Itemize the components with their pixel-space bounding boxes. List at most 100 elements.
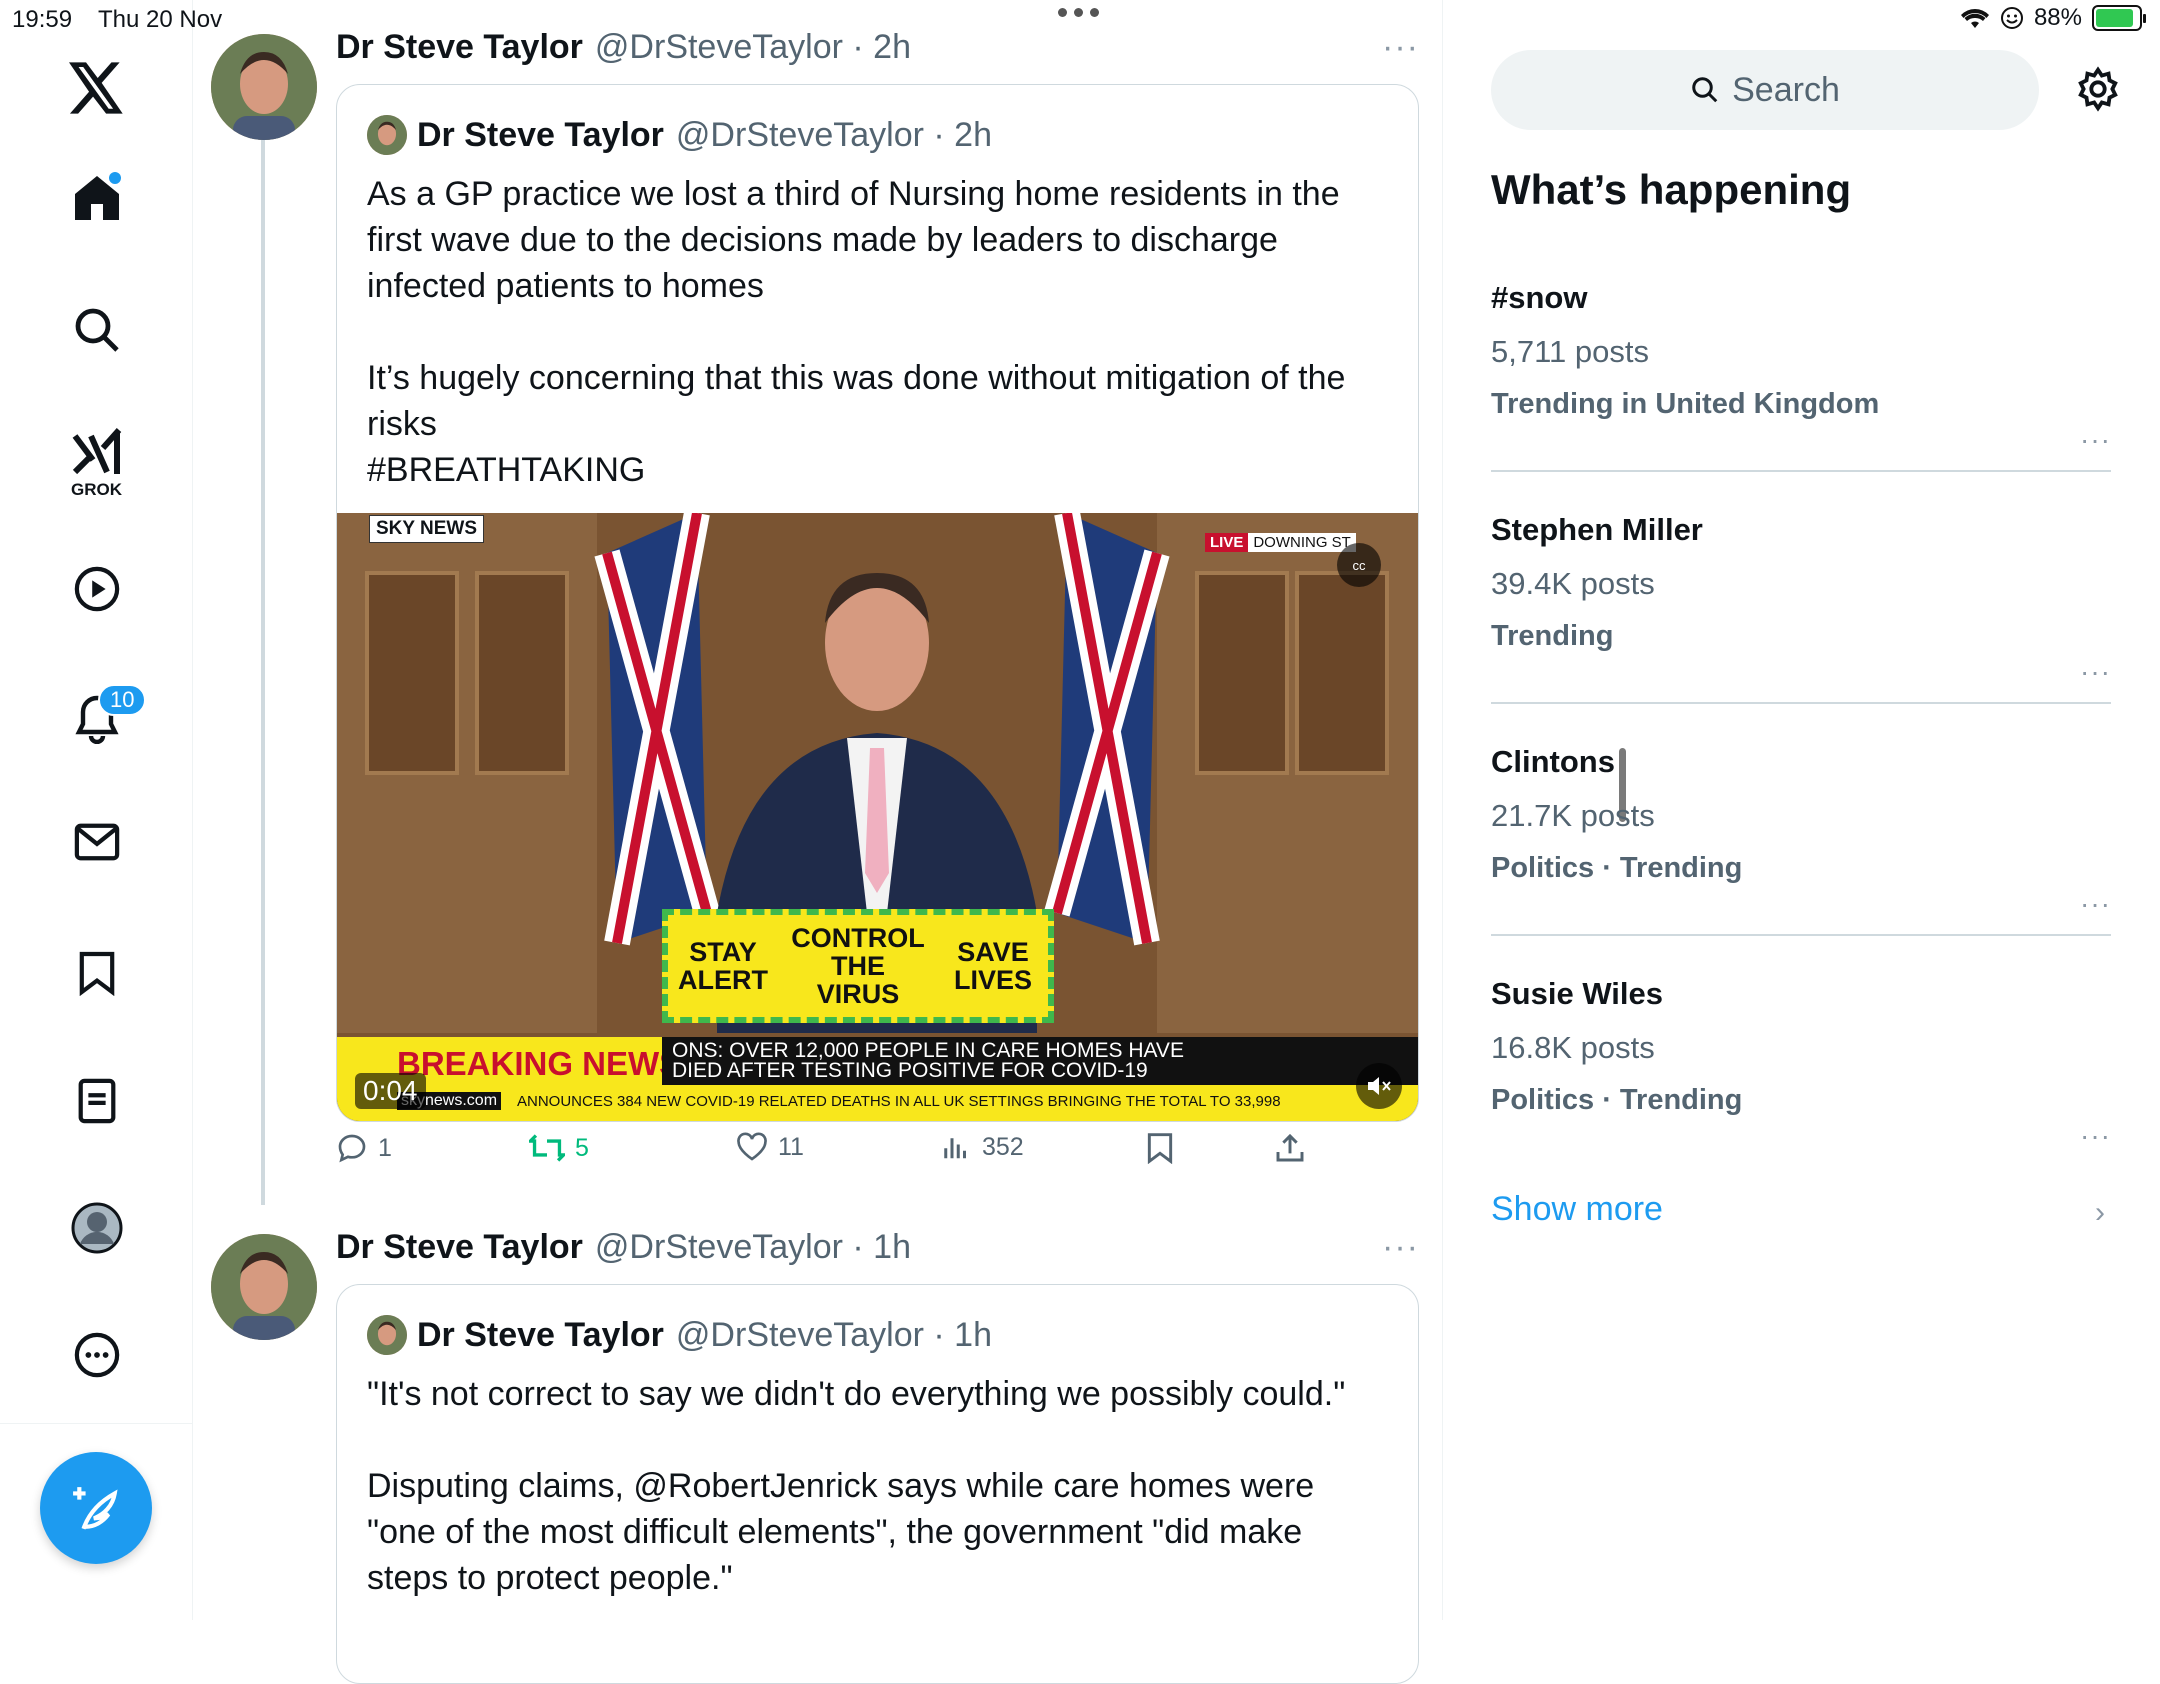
quote-author-handle: @DrSteveTaylor · 1h [675,1315,992,1354]
headline-line-1: ONS: OVER 12,000 PEOPLE IN CARE HOMES HA… [672,1039,1184,1062]
timeline: Dr Steve Taylor @DrSteveTaylor · 2h ··· … [193,0,1626,1684]
author-name[interactable]: Dr Steve Taylor [336,1228,583,1267]
video-icon[interactable] [0,566,193,612]
avatar[interactable] [211,1234,317,1340]
trend-divider [1491,470,2111,472]
quote-author-name: Dr Steve Taylor [417,1315,664,1354]
quote-avatar [367,115,407,155]
grok-label: GROK [71,480,122,499]
repost-button[interactable]: 5 [529,1132,589,1164]
share-icon [1276,1133,1304,1162]
more-icon[interactable] [0,1332,193,1378]
trend-context: Trending [1491,620,1614,652]
like-button[interactable]: 11 [736,1132,804,1162]
captions-icon[interactable]: cc [1337,543,1381,587]
podium-sign: STAY ALERT CONTROL THE VIRUS SAVE LIVES [662,909,1054,1023]
podium-text-2: CONTROL THE VIRUS [791,923,925,1009]
quote-text: "It's not correct to say we didn't do ev… [367,1375,1346,1597]
lists-icon[interactable] [0,1078,193,1124]
quoted-tweet[interactable]: Dr Steve Taylor @DrSteveTaylor · 1h "It'… [336,1284,1419,1684]
author-handle[interactable]: @DrSteveTaylor · 1h [595,1228,911,1267]
repost-icon [529,1134,565,1162]
trend-context: Politics · Trending [1491,1084,1743,1116]
trend-divider [1491,934,2111,936]
trend-post-count: 16.8K posts [1491,1030,1655,1065]
bookmark-button[interactable] [1146,1132,1174,1164]
channel-logo: SKY NEWS [369,515,485,543]
quote-author-handle: @DrSteveTaylor · 2h [675,115,992,154]
trend-item[interactable]: #snow 5,711 posts Trending in United Kin… [1491,280,2111,455]
trend-post-count: 39.4K posts [1491,566,1655,601]
notifications-badge: 10 [98,684,147,716]
bookmark-icon [1147,1133,1173,1164]
reply-count: 1 [378,1133,392,1162]
right-sidebar: Search What’s happening #snow 5,711 post… [1443,0,2160,1620]
trend-item[interactable]: Stephen Miller 39.4K posts Trending ··· [1491,512,2111,687]
podium-text-1: STAY ALERT [678,937,768,995]
trend-more-icon[interactable]: ··· [2080,1120,2111,1152]
quote-author-name: Dr Steve Taylor [417,115,664,154]
compose-button[interactable] [40,1452,152,1564]
trend-item[interactable]: Clintons 21.7K posts Politics · Trending… [1491,744,2111,919]
mail-icon[interactable] [0,822,193,862]
search-icon[interactable] [0,306,193,354]
trend-more-icon[interactable]: ··· [2080,656,2111,688]
show-more-link[interactable]: Show more [1491,1190,1663,1229]
wifi-icon [1960,9,1989,28]
bookmark-icon[interactable] [0,950,193,996]
video-player[interactable]: SKY NEWS LIVE DOWNING ST cc STAY ALERT C… [337,513,1418,1121]
status-date: Thu 20 Nov [98,6,223,33]
headline-line-2: DIED AFTER TESTING POSITIVE FOR COVID-19 [672,1059,1148,1082]
search-input[interactable]: Search [1491,50,2039,130]
share-button[interactable] [1274,1132,1306,1164]
trend-post-count: 21.7K posts [1491,798,1655,833]
battery-icon [2092,5,2146,31]
mute-button[interactable] [1356,1063,1402,1109]
reply-icon [338,1134,366,1163]
trend-title: Stephen Miller [1491,512,1703,547]
location-badge: DOWNING ST [1248,533,1356,552]
quote-text: As a GP practice we lost a third of Nurs… [367,175,1346,489]
chevron-right-icon: › [2095,1196,2105,1229]
reply-button[interactable]: 1 [336,1132,392,1164]
thread-connector [261,140,265,1205]
settings-gear-icon[interactable] [2075,66,2121,117]
trend-title: Clintons [1491,744,1615,779]
like-count: 11 [778,1132,804,1161]
views-icon [944,1138,966,1159]
trend-more-icon[interactable]: ··· [2080,424,2111,456]
avatar[interactable] [211,34,317,140]
heart-icon [737,1132,767,1161]
status-time: 19:59 [12,6,73,33]
trend-item[interactable]: Susie Wiles 16.8K posts Politics · Trend… [1491,976,2111,1151]
trend-divider [1491,702,2111,704]
trend-context: Trending in United Kingdom [1491,388,1880,420]
multitasking-dots-icon[interactable] [1058,8,1099,17]
home-icon[interactable] [0,172,193,224]
grok-icon [72,428,121,475]
podium-text-3: SAVE LIVES [953,937,1033,995]
trend-more-icon[interactable]: ··· [2080,888,2111,920]
compose-icon [73,1487,118,1530]
video-duration: 0:04 [355,1073,426,1109]
views-count: 352 [982,1132,1024,1161]
views-button[interactable]: 352 [942,1132,1024,1162]
more-options-icon[interactable]: ··· [1382,1228,1419,1267]
trend-context: Politics · Trending [1491,852,1743,884]
focus-icon [2000,7,2023,29]
breaking-banner: BREAKING NEWS ONS: OVER 12,000 PEOPLE IN… [337,1037,1418,1121]
search-placeholder: Search [1732,70,1840,109]
repost-count: 5 [575,1133,589,1162]
profile-icon[interactable] [0,1202,193,1254]
speaker-muted-icon [1368,1077,1391,1095]
x-logo-icon[interactable] [0,62,193,114]
news-ticker: ANNOUNCES 384 NEW COVID-19 RELATED DEATH… [517,1093,1281,1110]
quoted-tweet[interactable]: Dr Steve Taylor @DrSteveTaylor · 2h As a… [336,84,1419,1122]
left-navigation: GROK 10 [0,0,193,1620]
search-icon [1692,77,1718,103]
trend-title: Susie Wiles [1491,976,1664,1011]
trend-post-count: 5,711 posts [1491,334,1649,369]
grok-nav-item[interactable]: GROK [0,428,193,500]
status-bar: 19:59 Thu 20 Nov 88% [0,0,2160,40]
bell-icon[interactable] [0,694,193,744]
